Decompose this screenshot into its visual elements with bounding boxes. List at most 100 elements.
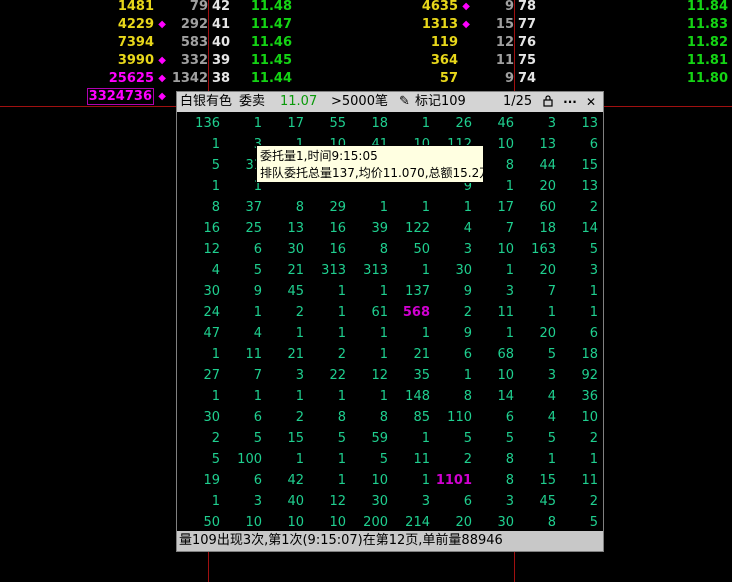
queue-cell[interactable]: 11 — [220, 344, 262, 365]
queue-cell[interactable]: 13 — [556, 113, 598, 134]
queue-cell[interactable]: 8 — [178, 197, 220, 218]
queue-cell[interactable]: 20 — [430, 512, 472, 533]
queue-cell[interactable]: 22 — [304, 365, 346, 386]
queue-cell[interactable]: 5 — [220, 260, 262, 281]
queue-cell[interactable]: 1 — [262, 449, 304, 470]
queue-cell[interactable]: 110 — [430, 407, 472, 428]
left-book-row[interactable]: 4229 ◆ 292 41 11.47 — [0, 16, 300, 34]
queue-cell[interactable]: 9 — [220, 281, 262, 302]
queue-cell[interactable]: 11 — [388, 449, 430, 470]
queue-cell[interactable]: 7 — [514, 281, 556, 302]
queue-cell[interactable]: 18 — [346, 113, 388, 134]
queue-cell[interactable]: 14 — [472, 386, 514, 407]
right-book-row[interactable]: 4635 ◆ 9 78 11.84 — [380, 0, 732, 16]
queue-cell[interactable]: 10 — [556, 407, 598, 428]
queue-cell[interactable]: 163 — [514, 239, 556, 260]
queue-cell[interactable]: 2 — [178, 428, 220, 449]
queue-cell[interactable]: 36 — [556, 386, 598, 407]
queue-cell[interactable]: 42 — [262, 470, 304, 491]
queue-cell[interactable]: 15 — [262, 428, 304, 449]
queue-cell[interactable]: 8 — [304, 407, 346, 428]
queue-cell[interactable]: 5 — [346, 449, 388, 470]
queue-cell[interactable]: 10 — [472, 239, 514, 260]
queue-cell[interactable]: 1 — [178, 134, 220, 155]
queue-cell[interactable]: 20 — [514, 260, 556, 281]
queue-cell[interactable]: 25 — [220, 218, 262, 239]
queue-cell[interactable]: 10 — [472, 365, 514, 386]
queue-cell[interactable]: 16 — [304, 218, 346, 239]
left-book-row[interactable]: 3990 ◆ 332 39 11.45 — [0, 52, 300, 70]
queue-cell[interactable]: 21 — [262, 260, 304, 281]
queue-cell[interactable]: 1 — [514, 449, 556, 470]
queue-cell[interactable]: 1 — [472, 323, 514, 344]
queue-cell[interactable]: 8 — [514, 512, 556, 533]
queue-cell[interactable]: 1 — [388, 428, 430, 449]
total-volume[interactable]: 3324736 — [86, 88, 154, 105]
queue-cell[interactable]: 9 — [430, 281, 472, 302]
queue-cell[interactable]: 59 — [346, 428, 388, 449]
queue-cell[interactable]: 200 — [346, 512, 388, 533]
queue-cell[interactable]: 1 — [220, 302, 262, 323]
queue-cell[interactable]: 3 — [472, 281, 514, 302]
queue-cell[interactable]: 45 — [262, 281, 304, 302]
queue-cell[interactable]: 50 — [388, 239, 430, 260]
queue-cell[interactable]: 29 — [304, 197, 346, 218]
queue-cell[interactable]: 5 — [514, 428, 556, 449]
queue-cell[interactable]: 21 — [262, 344, 304, 365]
queue-cell[interactable]: 47 — [178, 323, 220, 344]
queue-cell[interactable]: 1 — [388, 197, 430, 218]
queue-cell[interactable]: 13 — [262, 218, 304, 239]
queue-cell[interactable]: 92 — [556, 365, 598, 386]
queue-cell[interactable]: 1 — [388, 113, 430, 134]
queue-cell[interactable]: 1 — [346, 197, 388, 218]
queue-cell[interactable]: 7 — [472, 218, 514, 239]
queue-cell[interactable]: 11 — [556, 470, 598, 491]
queue-cell[interactable]: 5 — [220, 428, 262, 449]
queue-cell[interactable]: 1 — [346, 281, 388, 302]
queue-cell[interactable]: 1 — [220, 113, 262, 134]
queue-cell[interactable]: 40 — [262, 491, 304, 512]
queue-cell[interactable]: 2 — [556, 491, 598, 512]
queue-cell[interactable]: 60 — [514, 197, 556, 218]
queue-cell[interactable]: 30 — [262, 239, 304, 260]
mark-label[interactable]: 标记109 — [415, 92, 466, 112]
queue-cell[interactable]: 37 — [220, 197, 262, 218]
queue-cell[interactable]: 13 — [514, 134, 556, 155]
queue-cell[interactable]: 4 — [514, 407, 556, 428]
queue-cell[interactable]: 100 — [220, 449, 262, 470]
queue-cell[interactable]: 1 — [178, 176, 220, 197]
queue-cell[interactable]: 46 — [472, 113, 514, 134]
queue-cell[interactable]: 10 — [220, 512, 262, 533]
right-book-row[interactable]: 1313 ◆ 15 77 11.83 — [380, 16, 732, 34]
queue-cell[interactable]: 2 — [304, 344, 346, 365]
queue-cell[interactable]: 45 — [514, 491, 556, 512]
queue-cell[interactable]: 1 — [430, 197, 472, 218]
queue-cell[interactable]: 1 — [514, 302, 556, 323]
queue-cell[interactable]: 1 — [304, 386, 346, 407]
queue-cell[interactable]: 1 — [304, 323, 346, 344]
queue-cell[interactable]: 55 — [304, 113, 346, 134]
queue-cell[interactable]: 6 — [220, 470, 262, 491]
queue-cell[interactable]: 3 — [556, 260, 598, 281]
queue-cell[interactable]: 50 — [178, 512, 220, 533]
queue-cell[interactable]: 4 — [514, 386, 556, 407]
queue-cell[interactable]: 8 — [472, 470, 514, 491]
queue-cell[interactable]: 6 — [220, 407, 262, 428]
filter-label[interactable]: >5000笔 — [331, 92, 388, 112]
queue-cell[interactable]: 5 — [556, 239, 598, 260]
queue-cell[interactable]: 15 — [514, 470, 556, 491]
queue-cell[interactable]: 12 — [304, 491, 346, 512]
queue-cell[interactable]: 10 — [304, 512, 346, 533]
queue-cell[interactable]: 10 — [262, 512, 304, 533]
queue-cell[interactable]: 35 — [388, 365, 430, 386]
queue-cell[interactable]: 2 — [430, 449, 472, 470]
queue-cell[interactable]: 1 — [430, 365, 472, 386]
queue-cell[interactable]: 13 — [556, 176, 598, 197]
queue-cell[interactable]: 6 — [556, 323, 598, 344]
queue-cell[interactable]: 3 — [514, 365, 556, 386]
queue-cell[interactable]: 10 — [346, 470, 388, 491]
queue-cell[interactable]: 137 — [388, 281, 430, 302]
queue-cell[interactable]: 5 — [178, 155, 220, 176]
close-icon[interactable]: ✕ — [584, 95, 598, 109]
queue-cell[interactable]: 3 — [472, 491, 514, 512]
